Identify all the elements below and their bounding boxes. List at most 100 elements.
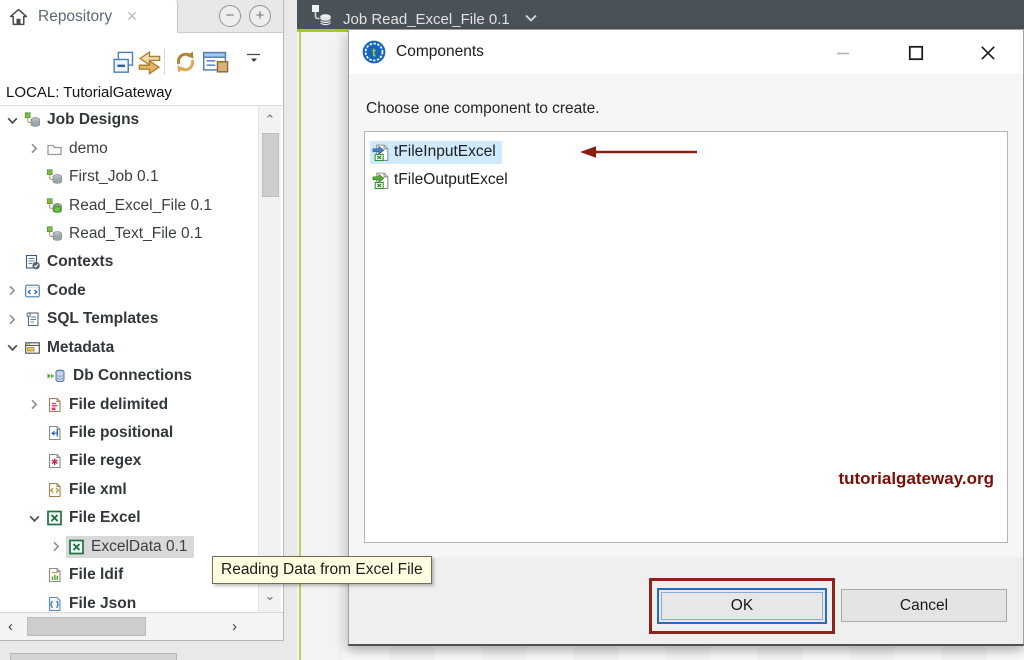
- tree-item-metadata[interactable]: Metadata: [0, 334, 258, 362]
- close-icon[interactable]: [976, 41, 1000, 65]
- file-ldif-icon: [46, 567, 64, 583]
- tree-item-file-regex[interactable]: File regex: [0, 447, 258, 475]
- metadata-icon: [24, 340, 42, 356]
- folder-icon: [46, 141, 64, 157]
- tree-item-label: ExcelData 0.1: [91, 537, 188, 555]
- talend-studio-window: Job Read_Excel_File 0.1 Repository ✕ − +: [0, 0, 1024, 660]
- chevron-down-icon[interactable]: [6, 112, 24, 128]
- tree-item-contexts[interactable]: Contexts: [0, 248, 258, 276]
- component-list[interactable]: tFileInputExcel tFileOutputExcel tutoria…: [364, 131, 1008, 543]
- tree-item-db-connections[interactable]: Db Connections: [0, 362, 258, 390]
- tree-item-demo[interactable]: demo: [0, 134, 258, 162]
- tooltip-text: Reading Data from Excel File: [221, 561, 423, 578]
- minimize-panel-button[interactable]: −: [219, 5, 241, 27]
- chevron-right-icon[interactable]: [6, 311, 24, 327]
- scroll-down-icon[interactable]: ⌄: [259, 588, 281, 604]
- tfileoutputexcel-icon: [372, 171, 392, 190]
- chevron-down-icon[interactable]: [524, 13, 538, 23]
- tree-item-file-json[interactable]: File Json: [0, 589, 258, 612]
- tree-item-file-excel[interactable]: File Excel: [0, 504, 258, 532]
- swap-arrows-icon[interactable]: [136, 48, 163, 77]
- talend-icon: t: [361, 39, 387, 65]
- file-json-icon: [46, 596, 64, 612]
- scroll-left-icon[interactable]: ‹: [8, 618, 13, 635]
- tree-horizontal-scrollbar[interactable]: ‹ ›: [0, 612, 283, 640]
- view-menu-icon[interactable]: [246, 53, 262, 65]
- chevron-right-icon[interactable]: [6, 283, 24, 299]
- collapse-all-icon[interactable]: [112, 50, 136, 76]
- editor-tab-bar[interactable]: Job Read_Excel_File 0.1: [297, 0, 1024, 29]
- tree-item-sql-templates[interactable]: SQL Templates: [0, 305, 258, 333]
- annotation-arrow: [579, 144, 699, 160]
- tree-item-code[interactable]: Code: [0, 277, 258, 305]
- tab-repository[interactable]: Repository ✕: [0, 0, 178, 33]
- svg-text:t: t: [372, 45, 376, 59]
- list-item-tfileoutputexcel[interactable]: tFileOutputExcel: [365, 166, 1007, 194]
- job-designs-icon: [24, 112, 42, 128]
- tree-item-read-text-file[interactable]: Read_Text_File 0.1: [0, 220, 258, 248]
- refresh-icon[interactable]: [172, 48, 199, 76]
- repository-context-label: LOCAL: TutorialGateway: [6, 84, 172, 101]
- job-locked-icon: [46, 197, 64, 214]
- sql-templates-icon: [24, 311, 42, 327]
- tree-item-label: File positional: [69, 424, 174, 442]
- tree-item-read-excel-file[interactable]: Read_Excel_File 0.1: [0, 191, 258, 219]
- repository-tabstrip: Repository ✕ − +: [0, 0, 283, 33]
- tree-item-label: Db Connections: [73, 367, 192, 385]
- list-selection-highlight: tFileInputExcel: [370, 140, 502, 164]
- tree-item-label: Metadata: [47, 338, 115, 356]
- repository-tree: Job Designs demo First_Job 0.1 Read_Exce…: [0, 106, 258, 612]
- chevron-down-icon[interactable]: [6, 340, 24, 356]
- tfileinputexcel-icon: [372, 143, 392, 162]
- code-icon: [24, 283, 42, 299]
- tree-vertical-scrollbar[interactable]: ⌃ ⌄: [258, 106, 281, 612]
- tree-item-label: demo: [69, 139, 108, 157]
- scroll-up-icon[interactable]: ⌃: [259, 112, 281, 128]
- chevron-down-icon[interactable]: [28, 510, 46, 526]
- tree-item-file-xml[interactable]: File xml: [0, 476, 258, 504]
- excel-data-icon: [68, 539, 86, 555]
- list-item-label: tFileInputExcel: [394, 143, 496, 160]
- scroll-right-icon[interactable]: ›: [232, 618, 237, 635]
- tree-item-first-job[interactable]: First_Job 0.1: [0, 163, 258, 191]
- vertical-scrollbar-thumb[interactable]: [262, 133, 279, 197]
- editor-tab-title[interactable]: Job Read_Excel_File 0.1: [335, 11, 510, 29]
- minimize-icon[interactable]: [831, 41, 855, 65]
- details-view-icon[interactable]: [202, 49, 230, 75]
- horizontal-scrollbar-thumb[interactable]: [27, 617, 146, 636]
- tree-item-job-designs[interactable]: Job Designs: [0, 106, 258, 134]
- tree-item-label: First_Job 0.1: [69, 168, 159, 186]
- cancel-button[interactable]: Cancel: [841, 589, 1007, 622]
- tooltip: Reading Data from Excel File: [212, 556, 432, 584]
- ok-button[interactable]: OK: [657, 588, 827, 624]
- dialog-title: Components: [396, 43, 484, 60]
- home-icon: [9, 8, 28, 26]
- tab-close-icon[interactable]: ✕: [126, 8, 138, 25]
- tree-item-label: File Excel: [69, 509, 141, 527]
- list-item-label: tFileOutputExcel: [394, 171, 508, 188]
- tree-item-file-delimited[interactable]: File delimited: [0, 390, 258, 418]
- minimized-panel-stub[interactable]: [10, 653, 177, 660]
- cancel-button-label: Cancel: [899, 596, 949, 614]
- file-xml-icon: [46, 482, 64, 498]
- file-excel-icon: [46, 510, 64, 526]
- maximize-icon[interactable]: [904, 41, 928, 65]
- chevron-right-icon[interactable]: [28, 397, 46, 413]
- tree-item-file-positional[interactable]: File positional: [0, 419, 258, 447]
- maximize-panel-button[interactable]: +: [249, 5, 271, 27]
- chevron-right-icon[interactable]: [28, 141, 46, 157]
- tree-selection-highlight: ExcelData 0.1: [66, 535, 194, 558]
- tree-item-label: Job Designs: [47, 111, 140, 129]
- file-delimited-icon: [46, 397, 64, 413]
- watermark: tutorialgateway.org: [838, 469, 994, 488]
- db-connections-icon: [46, 368, 68, 384]
- tree-item-label: File Json: [69, 594, 137, 612]
- dialog-titlebar[interactable]: t Components: [349, 30, 1023, 74]
- tree-item-label: File ldif: [69, 566, 124, 584]
- job-icon: [46, 169, 64, 185]
